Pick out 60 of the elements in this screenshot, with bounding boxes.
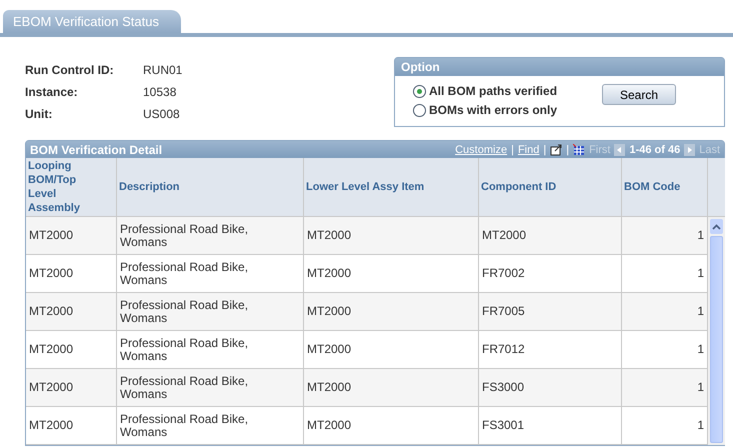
- range-text: 1-46 of 46: [629, 144, 680, 156]
- table-cell: Professional Road Bike, Womans: [117, 331, 304, 369]
- table-cell: MT2000: [26, 331, 117, 369]
- table-cell: FS3000: [479, 369, 622, 407]
- column-header[interactable]: BOM Code: [622, 158, 708, 217]
- separator: |: [511, 144, 514, 156]
- table-cell: Professional Road Bike, Womans: [117, 407, 304, 445]
- grid-icon[interactable]: [573, 144, 586, 156]
- table-cell: MT2000: [304, 217, 479, 255]
- column-header[interactable]: Looping BOM/Top Level Assembly: [26, 158, 117, 217]
- header-corner: [708, 158, 725, 217]
- table-cell: Professional Road Bike, Womans: [117, 255, 304, 293]
- customize-link[interactable]: Customize: [455, 144, 508, 156]
- separator: |: [543, 144, 546, 156]
- table-cell: MT2000: [304, 331, 479, 369]
- table-cell: 1: [622, 369, 708, 407]
- table-cell: FR7005: [479, 293, 622, 331]
- table-cell: MT2000: [26, 407, 117, 445]
- radio-button[interactable]: [413, 104, 426, 116]
- field-value: US008: [143, 107, 181, 121]
- field-label: Unit:: [25, 107, 54, 121]
- table-cell: FS3001: [479, 407, 622, 445]
- field-label: Run Control ID:: [25, 63, 115, 77]
- table-cell: MT2000: [479, 217, 622, 255]
- panel-title: Option: [395, 58, 724, 76]
- separator: |: [566, 144, 570, 156]
- table-cell: 1: [622, 217, 708, 255]
- column-header[interactable]: Component ID: [479, 158, 622, 217]
- table-cell: Professional Road Bike, Womans: [117, 293, 304, 331]
- table-cell: 1: [622, 407, 708, 445]
- table-cell: MT2000: [26, 293, 117, 331]
- table-cell: 1: [622, 331, 708, 369]
- table-cell: MT2000: [304, 255, 479, 293]
- table-cell: MT2000: [304, 369, 479, 407]
- table-cell: FR7002: [479, 255, 622, 293]
- scrollbar[interactable]: [708, 217, 725, 445]
- first-label: First: [589, 144, 610, 156]
- table-cell: MT2000: [304, 293, 479, 331]
- last-label: Last: [699, 144, 720, 156]
- radio-option[interactable]: BOMs with errors only: [413, 103, 558, 117]
- table-cell: 1: [622, 255, 708, 293]
- field-label: Instance:: [25, 85, 79, 99]
- table-cell: MT2000: [304, 407, 479, 445]
- field-value: RUN01: [143, 63, 184, 77]
- radio-option[interactable]: All BOM paths verified: [413, 84, 558, 98]
- column-header[interactable]: Description: [117, 158, 304, 217]
- table-cell: MT2000: [26, 217, 117, 255]
- grid-title: BOM Verification Detail: [30, 142, 164, 156]
- field-value: 10538: [143, 85, 178, 99]
- table-cell: MT2000: [26, 369, 117, 407]
- find-link[interactable]: Find: [518, 144, 540, 156]
- table-cell: 1: [622, 293, 708, 331]
- table-cell: Professional Road Bike, Womans: [117, 369, 304, 407]
- search-button[interactable]: Search: [602, 84, 676, 105]
- new-window-icon[interactable]: [550, 144, 562, 156]
- column-header[interactable]: Lower Level Assy Item: [304, 158, 479, 217]
- table-cell: FR7012: [479, 331, 622, 369]
- table-cell: MT2000: [26, 255, 117, 293]
- radio-button[interactable]: [413, 84, 426, 98]
- table-cell: Professional Road Bike, Womans: [117, 217, 304, 255]
